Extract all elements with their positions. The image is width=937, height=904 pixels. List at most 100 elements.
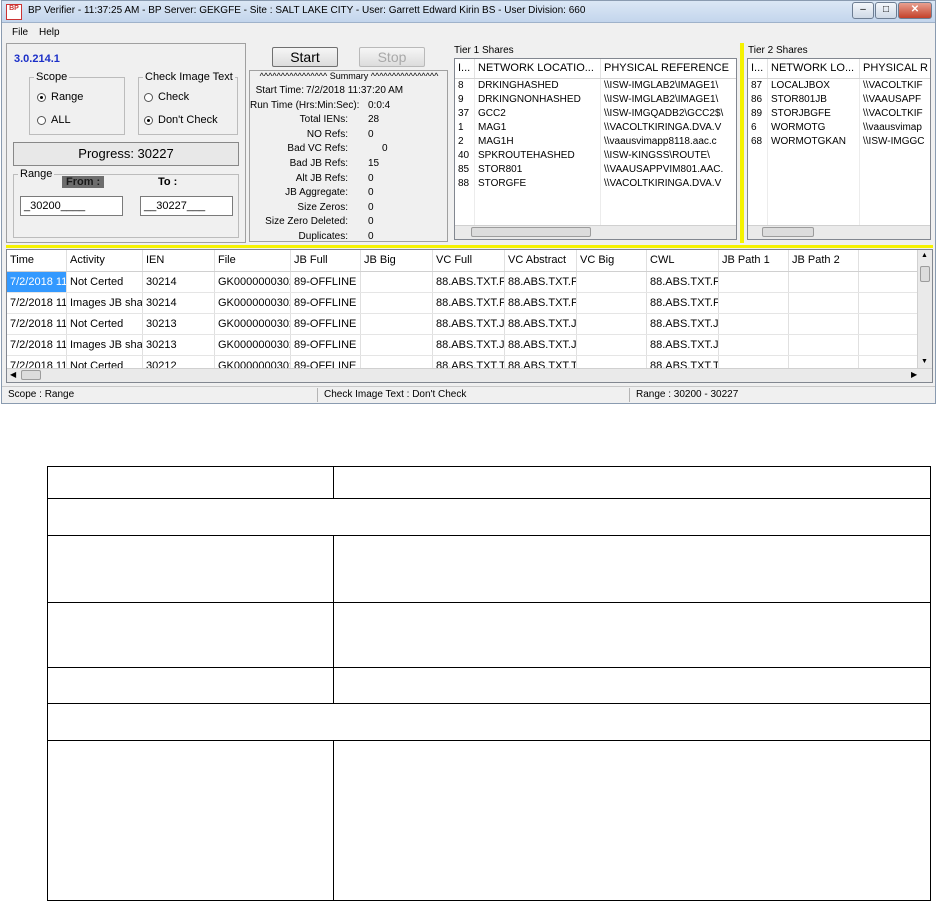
results-cell[interactable]: 7/2/2018 11	[7, 335, 67, 355]
results-cell[interactable]	[577, 293, 647, 313]
scroll-down-icon[interactable]: ▼	[921, 358, 928, 365]
results-column-header[interactable]: VC Abstract	[505, 250, 577, 271]
scroll-left-icon[interactable]: ◀	[10, 370, 16, 379]
results-cell[interactable]: 88.ABS.TXT.J	[505, 335, 577, 355]
tier1-column-header[interactable]: I...	[455, 59, 475, 78]
results-cell[interactable]: 88.ABS.TXT.F	[505, 293, 577, 313]
check-radio[interactable]: Check	[144, 91, 189, 103]
tier2-row[interactable]: 89 STORJBGFE \\VACOLTKIF	[748, 107, 930, 121]
results-grid[interactable]: Time Activity IEN File JB Full JB Big VC Full V…	[6, 249, 933, 383]
results-cell[interactable]: Not Certed	[67, 314, 143, 334]
results-column-header[interactable]: JB Big	[361, 250, 433, 271]
results-row[interactable]: 7/2/2018 11 Images JB sha 30214 GK000000030…	[7, 293, 932, 314]
results-cell[interactable]	[361, 293, 433, 313]
close-button[interactable]: ✕	[898, 2, 932, 19]
results-vscrollbar[interactable]: ▲ ▼	[917, 250, 932, 368]
tier1-hscrollbar[interactable]	[455, 225, 736, 239]
results-cell[interactable]	[361, 314, 433, 334]
tier2-row[interactable]: 6 WORMOTG \\vaausvimap	[748, 121, 930, 135]
results-cell[interactable]: 88.ABS.TXT.F	[433, 272, 505, 292]
results-cell[interactable]	[719, 293, 789, 313]
results-row[interactable]: 7/2/2018 11 Not Certed 30214 GK0000000302 89…	[7, 272, 932, 293]
title-bar[interactable]: BP BP Verifier - 11:37:25 AM - BP Server…	[2, 1, 935, 23]
results-cell[interactable]	[719, 314, 789, 334]
results-hscrollbar[interactable]: ◀ ▶	[7, 368, 932, 382]
menu-file[interactable]: File	[12, 27, 28, 38]
menu-help[interactable]: Help	[39, 27, 60, 38]
app-icon[interactable]: BP	[6, 4, 22, 20]
results-cell[interactable]	[577, 335, 647, 355]
results-cell[interactable]: 88.ABS.TXT.J	[647, 314, 719, 334]
tier2-row[interactable]: 87 LOCALJBOX \\VACOLTKIF	[748, 79, 930, 93]
results-column-header[interactable]: Time	[7, 250, 67, 271]
range-to-input[interactable]: __30227___	[140, 196, 233, 216]
results-cell[interactable]: 7/2/2018 11	[7, 314, 67, 334]
results-cell[interactable]	[719, 335, 789, 355]
results-cell[interactable]: 89-OFFLINE	[291, 272, 361, 292]
results-cell[interactable]: 89-OFFLINE	[291, 293, 361, 313]
tier2-grid[interactable]: I... NETWORK LO... PHYSICAL R 87 LOCALJBOX \…	[747, 58, 931, 240]
results-cell[interactable]: 30214	[143, 272, 215, 292]
results-cell[interactable]: 88.ABS.TXT.F	[433, 293, 505, 313]
results-column-header[interactable]: VC Big	[577, 250, 647, 271]
results-column-header[interactable]: VC Full	[433, 250, 505, 271]
tier2-column-header[interactable]: PHYSICAL R	[860, 59, 930, 78]
results-cell[interactable]	[789, 293, 859, 313]
results-cell[interactable]: GK0000000302	[215, 293, 291, 313]
scope-range-radio[interactable]: Range	[37, 91, 83, 103]
tier1-row[interactable]: 40 SPKROUTEHASHED \\ISW-KINGSS\ROUTE\	[455, 149, 736, 163]
results-column-header[interactable]: JB Full	[291, 250, 361, 271]
results-cell[interactable]: Images JB sha	[67, 335, 143, 355]
tier1-column-header[interactable]: NETWORK LOCATIO...	[475, 59, 601, 78]
tier1-row[interactable]: 1 MAG1 \\VACOLTKIRINGA.DVA.V	[455, 121, 736, 135]
results-column-header[interactable]: JB Path 1	[719, 250, 789, 271]
results-cell[interactable]: GK0000000302	[215, 272, 291, 292]
results-cell[interactable]	[789, 272, 859, 292]
results-hscroll-thumb[interactable]	[21, 370, 41, 380]
tier1-row[interactable]: 85 STOR801 \\VAAUSAPPVIM801.AAC.	[455, 163, 736, 177]
results-cell[interactable]: Images JB sha	[67, 293, 143, 313]
results-cell[interactable]: 7/2/2018 11	[7, 272, 67, 292]
results-cell[interactable]	[577, 314, 647, 334]
results-cell[interactable]	[789, 314, 859, 334]
results-cell[interactable]	[361, 272, 433, 292]
tier2-hscrollbar[interactable]	[748, 225, 930, 239]
results-cell[interactable]: 88.ABS.TXT.J	[433, 314, 505, 334]
results-cell[interactable]: 30214	[143, 293, 215, 313]
results-column-header[interactable]: File	[215, 250, 291, 271]
stop-button[interactable]: Stop	[359, 47, 425, 67]
results-cell[interactable]: 30213	[143, 314, 215, 334]
range-from-input[interactable]: _30200____	[20, 196, 123, 216]
tier2-column-header[interactable]: NETWORK LO...	[768, 59, 860, 78]
results-cell[interactable]: 88.ABS.TXT.F	[505, 272, 577, 292]
tier1-row[interactable]: 9 DRKINGNONHASHED \\ISW-IMGLAB2\IMAGE1\	[455, 93, 736, 107]
results-vscroll-thumb[interactable]	[920, 266, 930, 282]
scroll-up-icon[interactable]: ▲	[921, 252, 928, 259]
results-cell[interactable]: 88.ABS.TXT.F	[647, 272, 719, 292]
results-column-header[interactable]: CWL	[647, 250, 719, 271]
results-cell[interactable]: 88.ABS.TXT.F	[647, 293, 719, 313]
tier2-column-header[interactable]: I...	[748, 59, 768, 78]
results-cell[interactable]: 89-OFFLINE	[291, 335, 361, 355]
results-cell[interactable]	[789, 335, 859, 355]
results-cell[interactable]	[719, 272, 789, 292]
results-cell[interactable]: 7/2/2018 11	[7, 293, 67, 313]
splitter-horizontal[interactable]	[6, 245, 933, 248]
results-cell[interactable]: 88.ABS.TXT.J	[505, 314, 577, 334]
results-cell[interactable]: 89-OFFLINE	[291, 314, 361, 334]
tier1-row[interactable]: 8 DRKINGHASHED \\ISW-IMGLAB2\IMAGE1\	[455, 79, 736, 93]
maximize-button[interactable]: □	[875, 2, 897, 19]
results-row[interactable]: 7/2/2018 11 Images JB sha 30213 GK000000030…	[7, 335, 932, 356]
tier2-row[interactable]: 86 STOR801JB \\VAAUSAPF	[748, 93, 930, 107]
results-cell[interactable]: Not Certed	[67, 272, 143, 292]
results-cell[interactable]	[361, 335, 433, 355]
results-cell[interactable]: GK0000000302	[215, 314, 291, 334]
tier1-row[interactable]: 2 MAG1H \\vaausvimapp8118.aac.c	[455, 135, 736, 149]
start-button[interactable]: Start	[272, 47, 338, 67]
dont-check-radio[interactable]: Don't Check	[144, 114, 218, 126]
results-row[interactable]: 7/2/2018 11 Not Certed 30213 GK0000000302 89…	[7, 314, 932, 335]
tier1-row[interactable]: 37 GCC2 \\ISW-IMGQADB2\GCC2$\	[455, 107, 736, 121]
scope-all-radio[interactable]: ALL	[37, 114, 71, 126]
tier2-row[interactable]: 68 WORMOTGKAN \\ISW-IMGGC	[748, 135, 930, 149]
scroll-right-icon[interactable]: ▶	[911, 370, 917, 379]
